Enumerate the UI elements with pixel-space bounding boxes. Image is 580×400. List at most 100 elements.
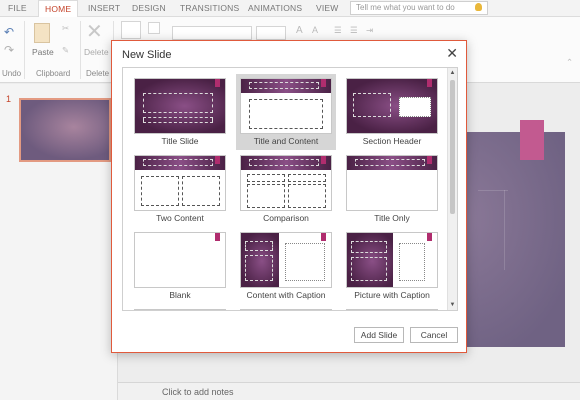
slides-pane: 1	[0, 84, 118, 400]
scroll-down-icon[interactable]: ▼	[448, 300, 457, 310]
picture-placeholder	[399, 243, 425, 281]
format-painter-icon[interactable]: ✎	[62, 45, 69, 56]
layout-two-content[interactable]: Two Content	[130, 151, 230, 227]
layout-comparison[interactable]: Comparison	[236, 151, 336, 227]
accent-marker	[215, 233, 220, 241]
delete-button[interactable]: Delete	[84, 47, 109, 57]
layout-title-only[interactable]: Title Only	[342, 151, 442, 227]
accent-marker	[427, 156, 432, 164]
numbering-icon[interactable]: ☰	[350, 25, 358, 36]
font-size-select[interactable]	[256, 26, 286, 40]
layout-partial[interactable]	[236, 305, 336, 310]
content-placeholder	[249, 99, 323, 129]
layout-thumbnail	[240, 155, 332, 211]
lightbulb-icon	[475, 3, 482, 11]
scroll-up-icon[interactable]: ▲	[448, 68, 457, 78]
layout-title-slide[interactable]: Title Slide	[130, 74, 230, 150]
tab-design[interactable]: DESIGN	[132, 0, 166, 17]
layout-picture-with-caption[interactable]: Picture with Caption	[342, 228, 442, 304]
indent-icon[interactable]: ⇥	[366, 25, 373, 36]
accent-marker	[427, 233, 432, 241]
layout-thumbnail	[240, 232, 332, 288]
layout-blank[interactable]: Blank	[130, 228, 230, 304]
cut-icon[interactable]: ✂	[62, 23, 69, 34]
slide-thumbnail[interactable]	[19, 98, 111, 162]
layout-partial[interactable]	[130, 305, 230, 311]
layout-label: Section Header	[362, 136, 422, 146]
layout-thumbnail	[134, 309, 226, 311]
layout-icon[interactable]	[148, 22, 160, 34]
left-content-placeholder	[141, 176, 179, 206]
bullets-icon[interactable]: ☰	[334, 25, 342, 36]
ribbon-tabs: FILE HOME INSERT DESIGN TRANSITIONS ANIM…	[0, 0, 580, 18]
notes-pane[interactable]: Click to add notes	[118, 382, 580, 400]
tab-transitions[interactable]: TRANSITIONS	[180, 0, 239, 17]
paste-button[interactable]: Paste	[32, 47, 54, 57]
right-heading-placeholder	[288, 174, 326, 182]
accent-marker	[215, 310, 220, 311]
title-placeholder	[245, 241, 273, 251]
cancel-button[interactable]: Cancel	[410, 327, 458, 343]
right-content-placeholder	[288, 184, 326, 208]
layout-title-and-content[interactable]: Title and Content	[236, 74, 336, 150]
content-placeholder	[285, 243, 325, 281]
title-placeholder	[143, 93, 213, 113]
layout-label: Content with Caption	[246, 290, 326, 300]
text-placeholder	[399, 97, 431, 117]
layout-section-header[interactable]: Section Header	[342, 74, 442, 150]
tab-view[interactable]: VIEW	[316, 0, 339, 17]
layout-thumbnail	[240, 78, 332, 134]
layout-thumbnail	[346, 309, 438, 311]
placeholder-border	[504, 190, 505, 270]
left-content-placeholder	[247, 184, 285, 208]
accent-marker	[321, 79, 326, 87]
redo-icon[interactable]: ↷	[4, 43, 14, 57]
delete-icon[interactable]: ✕	[86, 19, 103, 44]
font-family-select[interactable]	[172, 26, 252, 40]
layout-thumbnail	[346, 232, 438, 288]
gallery-scrollbar[interactable]: ▲ ▼	[447, 68, 457, 310]
layout-label: Picture with Caption	[354, 290, 430, 300]
tab-home[interactable]: HOME	[38, 0, 79, 18]
left-heading-placeholder	[247, 174, 285, 182]
caption-placeholder	[351, 257, 387, 281]
tell-me-input[interactable]: Tell me what you want to do	[350, 1, 488, 15]
layout-gallery: Title Slide Title and Content Section He…	[122, 67, 458, 311]
slide-number: 1	[6, 94, 12, 104]
layout-label: Title Only	[374, 213, 410, 223]
title-placeholder	[143, 159, 213, 166]
title-placeholder	[249, 159, 319, 166]
title-bar	[347, 310, 437, 311]
accent-marker	[215, 156, 220, 164]
ribbon-separator	[80, 21, 81, 79]
scroll-thumb[interactable]	[450, 80, 455, 214]
layout-thumbnail	[346, 155, 438, 211]
layout-partial[interactable]	[342, 305, 442, 311]
undo-group-label: Undo	[2, 69, 22, 78]
ribbon-collapse-icon[interactable]: ⌃	[566, 57, 573, 68]
font-grow-icon[interactable]: A	[296, 25, 303, 36]
tab-animations[interactable]: ANIMATIONS	[248, 0, 302, 17]
font-shrink-icon[interactable]: A	[312, 25, 318, 35]
layout-label: Blank	[169, 290, 191, 300]
layout-thumbnail	[134, 155, 226, 211]
accent-marker	[321, 233, 326, 241]
layout-label: Two Content	[156, 213, 204, 223]
layout-content-with-caption[interactable]: Content with Caption	[236, 228, 336, 304]
subtitle-placeholder	[143, 117, 213, 123]
caption-placeholder	[245, 255, 273, 281]
accent-marker	[427, 79, 432, 87]
close-icon[interactable]: ✕	[446, 45, 458, 62]
add-slide-button[interactable]: Add Slide	[354, 327, 404, 343]
tab-file[interactable]: FILE	[8, 0, 27, 17]
slide-accent-shape	[520, 120, 544, 160]
new-slide-icon[interactable]	[121, 21, 141, 39]
layout-thumbnail	[134, 78, 226, 134]
layout-label: Comparison	[263, 213, 309, 223]
clipboard-group-label: Clipboard	[36, 69, 71, 78]
undo-icon[interactable]: ↶	[4, 25, 14, 39]
tab-insert[interactable]: INSERT	[88, 0, 120, 17]
delete-group-label: Delete	[86, 69, 110, 78]
layout-thumbnail	[346, 78, 438, 134]
paste-icon[interactable]	[34, 23, 50, 43]
